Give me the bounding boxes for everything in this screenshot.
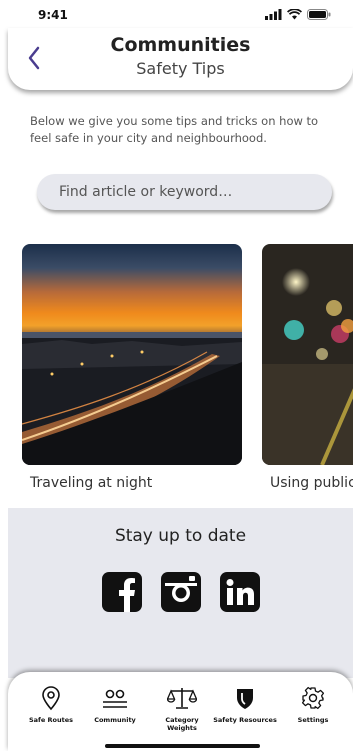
article-image-city-bokeh[interactable] bbox=[262, 244, 353, 465]
article-title: Traveling at night bbox=[30, 475, 153, 491]
nav-label: Safety Resources bbox=[213, 716, 277, 724]
facebook-icon[interactable] bbox=[101, 572, 142, 612]
article-card[interactable]: Using public bbox=[262, 244, 353, 491]
home-indicator bbox=[105, 744, 260, 748]
nav-item-settings[interactable]: Settings bbox=[281, 684, 345, 724]
search-input[interactable] bbox=[59, 184, 332, 200]
linkedin-icon[interactable] bbox=[219, 572, 260, 612]
status-icons bbox=[265, 9, 331, 20]
bottom-nav: Safe Routes Community Category Weights S… bbox=[8, 672, 353, 751]
nav-item-safety-resources[interactable]: Safety Resources bbox=[213, 684, 277, 724]
instagram-icon[interactable] bbox=[160, 572, 201, 612]
page-title: Communities bbox=[110, 34, 251, 56]
nav-label: Safe Routes bbox=[28, 716, 74, 724]
nav-label: Category Weights bbox=[165, 716, 199, 732]
nav-item-category-weights[interactable]: Category Weights bbox=[150, 684, 214, 732]
article-card[interactable]: Traveling at night bbox=[22, 244, 242, 491]
nav-label: Settings bbox=[297, 716, 329, 724]
page-subtitle: Safety Tips bbox=[136, 59, 225, 78]
stay-up-to-date-section: Stay up to date bbox=[8, 508, 353, 678]
intro-text: Below we give you some tips and tricks o… bbox=[30, 114, 319, 145]
location-pin-icon bbox=[42, 686, 60, 711]
nav-item-community[interactable]: Community bbox=[83, 684, 147, 724]
shield-icon bbox=[237, 689, 253, 709]
people-icon bbox=[103, 689, 127, 708]
search-bar[interactable] bbox=[37, 174, 332, 210]
header: Communities Safety Tips bbox=[8, 28, 353, 90]
wifi-icon bbox=[287, 9, 302, 20]
nav-item-safe-routes[interactable]: Safe Routes bbox=[19, 684, 83, 724]
gear-icon bbox=[301, 686, 325, 710]
battery-icon bbox=[307, 9, 331, 20]
status-time: 9:41 bbox=[38, 8, 68, 22]
social-icons bbox=[8, 572, 353, 612]
nav-label: Community bbox=[94, 716, 136, 724]
signal-icon bbox=[265, 9, 282, 20]
section-title: Stay up to date bbox=[114, 526, 247, 546]
article-title: Using public bbox=[270, 475, 353, 491]
article-image-night-road[interactable] bbox=[22, 244, 242, 465]
scale-icon bbox=[167, 688, 197, 709]
status-bar: 9:41 bbox=[0, 0, 353, 30]
